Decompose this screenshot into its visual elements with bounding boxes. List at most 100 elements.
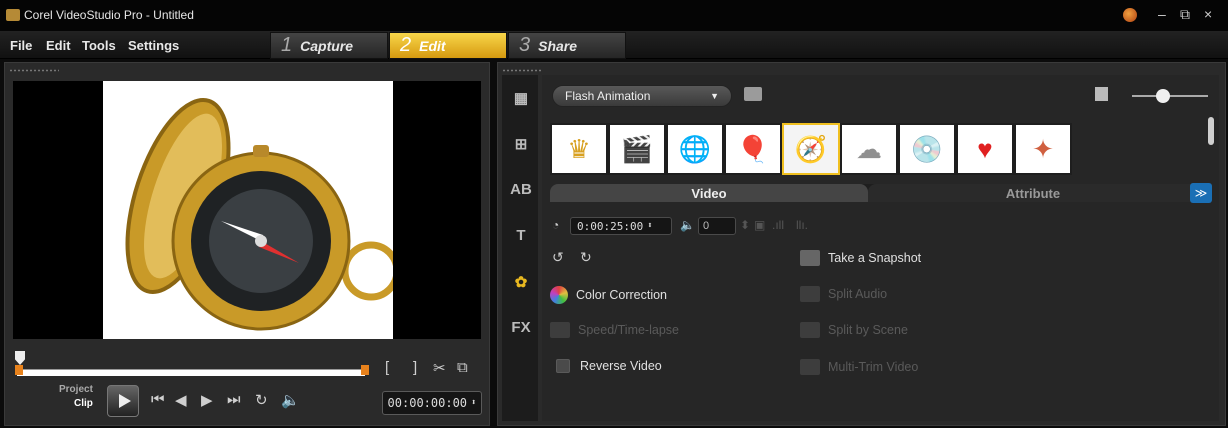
clip-mode-label[interactable]: Clip — [59, 397, 93, 411]
category-value: Flash Animation — [565, 89, 651, 103]
enlarge-preview-icon[interactable]: ⧉ — [457, 359, 468, 376]
library-thumbnail[interactable]: 🎬 — [608, 123, 666, 175]
clip-volume-field[interactable]: 0 — [698, 217, 736, 235]
step-share-button[interactable]: 3 Share — [508, 32, 626, 59]
duration-value: 0:00:25:00 — [577, 219, 644, 233]
go-to-start-icon[interactable]: ⏮ — [151, 391, 165, 408]
timecode-display[interactable]: 00:00:00:00 ⬍ — [382, 391, 482, 415]
step-capture-button[interactable]: 1 Capture — [270, 32, 388, 59]
play-icon — [119, 394, 131, 408]
library-thumbnail[interactable]: ♥ — [956, 123, 1014, 175]
duration-field[interactable]: 0:00:25:00 ⬍ — [570, 217, 672, 235]
player-panel: [ ] ✂ ⧉ Project Clip ⏮ ◀︎ ▶︎ ⏭ ↻ 🔈 00:00… — [4, 62, 490, 426]
menu-edit[interactable]: Edit — [46, 38, 71, 53]
timecode-spinner-icon[interactable]: ⬍ — [471, 398, 476, 408]
step-edit-button[interactable]: 2 Edit — [389, 32, 507, 59]
library-thumbnail[interactable]: ☁ — [840, 123, 898, 175]
expand-options-button[interactable]: ≫ — [1190, 183, 1212, 203]
thumbnail-size-knob[interactable] — [1156, 89, 1170, 103]
trim-out-marker[interactable] — [361, 365, 369, 375]
tab-attribute[interactable]: Attribute — [868, 184, 1198, 202]
previous-frame-icon[interactable]: ◀︎ — [175, 391, 187, 409]
split-scene-icon — [800, 322, 820, 338]
globe-icon: 🌐 — [678, 133, 712, 164]
scrubber-handle[interactable] — [15, 351, 25, 365]
cloud-icon: ☁ — [856, 133, 882, 164]
step-number: 1 — [281, 34, 293, 56]
rotate-right-icon[interactable]: ↻ — [580, 249, 592, 266]
reverse-video-checkbox[interactable] — [556, 359, 570, 373]
library-thumbnail[interactable]: 💿 — [898, 123, 956, 175]
panel-grip[interactable] — [9, 69, 59, 72]
rotate-left-icon[interactable]: ↺ — [552, 249, 564, 266]
mark-in-button[interactable]: [ — [385, 359, 389, 376]
duration-spinner-icon[interactable]: ⬍ — [647, 221, 652, 231]
tab-video[interactable]: Video — [550, 184, 868, 202]
split-by-scene-label: Split by Scene — [828, 323, 908, 337]
title-text-icon[interactable]: T — [510, 227, 532, 245]
color-wheel-icon — [550, 286, 568, 304]
minimize-button[interactable]: – — [1158, 6, 1166, 22]
timecode-value: 00:00:00:00 — [387, 396, 468, 410]
split-audio-label: Split Audio — [828, 287, 888, 301]
play-button[interactable] — [107, 385, 139, 417]
preview-image — [103, 81, 401, 339]
balloons-icon: 🎈 — [736, 133, 770, 164]
project-clip-switch[interactable]: Project Clip — [59, 383, 93, 411]
panel-grip[interactable] — [502, 69, 542, 72]
clapperboard-icon: 🎬 — [620, 133, 654, 164]
mark-out-button[interactable]: ] — [413, 359, 417, 376]
step-label: Edit — [419, 37, 446, 54]
disc-icon: 💿 — [910, 133, 944, 164]
speed-timelapse-button[interactable]: Speed/Time-lapse — [550, 322, 679, 338]
color-correction-label: Color Correction — [576, 288, 668, 302]
take-snapshot-button[interactable]: Take a Snapshot — [800, 250, 921, 266]
library-thumbnail[interactable]: 🌐 — [666, 123, 724, 175]
title-ab-icon[interactable]: AB — [510, 181, 532, 199]
browse-folder-icon[interactable] — [744, 87, 762, 101]
globe-icon[interactable] — [1123, 8, 1137, 22]
reverse-video-label: Reverse Video — [580, 359, 662, 373]
project-mode-label[interactable]: Project — [59, 383, 93, 397]
split-clip-icon[interactable]: ✂ — [433, 359, 446, 377]
clip-volume-value: 0 — [703, 220, 710, 232]
library-thumbnail[interactable]: 🧭 — [782, 123, 840, 175]
step-number: 3 — [519, 34, 531, 56]
library-thumbnail[interactable]: ✦ — [1014, 123, 1072, 175]
fade-in-icon: .ıll — [772, 218, 784, 232]
library-thumbnail[interactable]: ♛ — [550, 123, 608, 175]
go-to-end-icon[interactable]: ⏭ — [227, 391, 241, 408]
step-label: Capture — [300, 37, 354, 54]
reverse-video-option[interactable]: Reverse Video — [556, 359, 662, 373]
library-scrollbar[interactable] — [1208, 117, 1214, 145]
restore-button[interactable]: ⧉ — [1180, 6, 1190, 23]
menu-file[interactable]: File — [10, 38, 32, 53]
sort-icon[interactable] — [1095, 87, 1108, 101]
close-button[interactable]: × — [1204, 6, 1212, 22]
graphic-icon[interactable]: ✿ — [510, 273, 532, 291]
volume-icon[interactable]: 🔈 — [281, 391, 300, 409]
menu-tools[interactable]: Tools — [82, 38, 116, 53]
next-frame-icon[interactable]: ▶︎ — [201, 391, 213, 409]
trim-bar[interactable] — [17, 369, 365, 376]
menu-settings[interactable]: Settings — [128, 38, 179, 53]
compass-animation-frame — [125, 98, 401, 331]
heart-icon: ♥ — [977, 133, 993, 164]
library-content: Flash Animation ▼ ♛ 🎬 🌐 🎈 🧭 ☁ 💿 ♥ ✦ Video Attrib… — [542, 75, 1219, 421]
library-panel: ▦ ⊞ AB T ✿ FX Flash Animation ▼ ♛ 🎬 🌐 🎈 🧭 ☁ 💿 ♥… — [497, 62, 1226, 426]
split-by-scene-button[interactable]: Split by Scene — [800, 322, 908, 338]
multi-trim-video-button[interactable]: Multi-Trim Video — [800, 359, 918, 375]
category-dropdown[interactable]: Flash Animation ▼ — [552, 85, 732, 107]
preview-window — [13, 81, 481, 339]
thumbnail-size-slider[interactable] — [1132, 95, 1208, 97]
media-library-icon[interactable]: ▦ — [510, 89, 532, 107]
library-thumbnail[interactable]: 🎈 — [724, 123, 782, 175]
color-correction-button[interactable]: Color Correction — [550, 286, 667, 304]
speed-icon — [550, 322, 570, 338]
repeat-icon[interactable]: ↻ — [255, 391, 268, 409]
trim-in-marker[interactable] — [15, 365, 23, 375]
volume-icon: 🔈 — [680, 218, 695, 232]
transition-icon[interactable]: ⊞ — [510, 135, 532, 153]
filter-fx-icon[interactable]: FX — [510, 319, 532, 337]
split-audio-button[interactable]: Split Audio — [800, 286, 887, 302]
